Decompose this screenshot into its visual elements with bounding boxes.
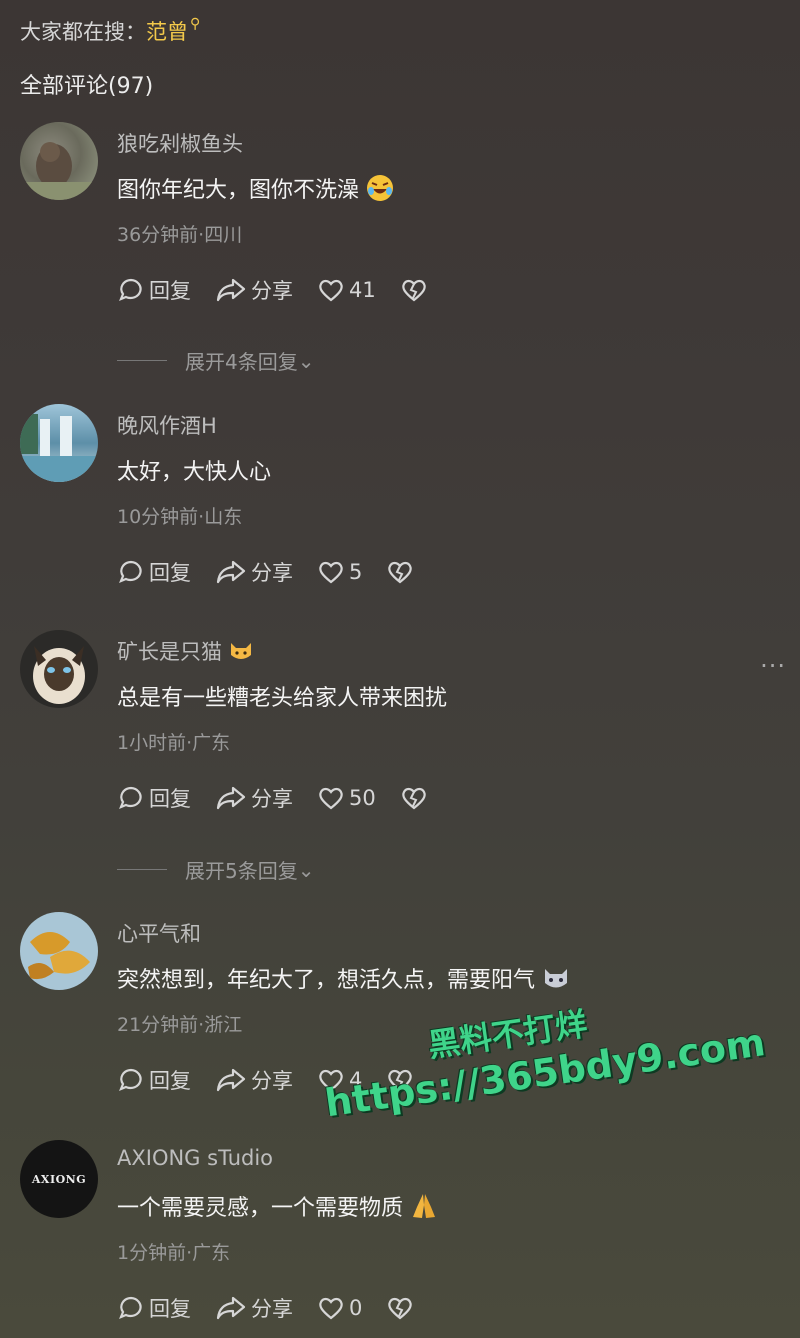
expand-replies[interactable]: 展开5条回复 ⌄ xyxy=(117,855,315,884)
comment-text: 图你年纪大，图你不洗澡 xyxy=(117,172,395,209)
comment-time-location: 36分钟前·四川 xyxy=(117,224,243,246)
comment-actions: 回复 分享 0 xyxy=(117,1290,442,1326)
reply-button[interactable]: 回复 xyxy=(117,1065,191,1095)
like-count: 5 xyxy=(349,560,363,584)
avatar-logo-text: AXIONG xyxy=(31,1172,87,1186)
broken-heart-icon xyxy=(388,561,413,584)
search-suggestion[interactable]: 大家都在搜：范曾 ⚲ xyxy=(20,16,200,46)
comment-text: 总是有一些糟老头给家人带来困扰 xyxy=(117,686,448,711)
comment-text: 一个需要灵感，一个需要物质 xyxy=(117,1190,439,1227)
heart-icon xyxy=(319,279,343,302)
share-icon xyxy=(216,1068,246,1092)
like-button[interactable]: 50 xyxy=(317,784,376,812)
reply-icon xyxy=(119,1068,142,1091)
comment-username[interactable]: AXIONG sTudio xyxy=(117,1146,273,1170)
comment-text: 突然想到，年纪大了，想活久点，需要阳气 xyxy=(117,962,571,999)
expand-replies[interactable]: 展开4条回复 ⌄ xyxy=(117,346,315,375)
share-button[interactable]: 分享 xyxy=(215,557,293,587)
comment-username[interactable]: 晚风作酒H xyxy=(117,410,217,440)
reply-icon xyxy=(119,786,142,809)
reply-button[interactable]: 回复 xyxy=(117,275,191,305)
laughing-emoji-icon xyxy=(365,173,395,209)
avatar[interactable] xyxy=(20,912,98,990)
like-count: 0 xyxy=(349,1296,363,1320)
comment-username[interactable]: 矿长是只猫 xyxy=(117,636,254,668)
comment-actions: 回复 分享 5 xyxy=(117,554,442,590)
reply-icon xyxy=(119,278,142,301)
comment-time-location: 21分钟前·浙江 xyxy=(117,1014,243,1036)
comment-item: 晚风作酒H 太好，大快人心 10分钟前·山东 回复 分享 5 xyxy=(0,404,800,594)
dislike-button[interactable] xyxy=(386,558,418,586)
comment-username[interactable]: 狼吃剁椒鱼头 xyxy=(117,128,243,158)
chevron-down-icon: ⌄ xyxy=(297,348,315,373)
share-icon xyxy=(216,560,246,584)
like-button[interactable]: 41 xyxy=(317,276,376,304)
reply-icon xyxy=(119,560,142,583)
like-button[interactable]: 5 xyxy=(317,558,362,586)
comment-time-location: 1分钟前·广东 xyxy=(117,1242,231,1264)
dislike-button[interactable] xyxy=(400,784,432,812)
comment-item: 矿长是只猫 总是有一些糟老头给家人带来困扰 1小时前·广东 回复 分享 50 xyxy=(0,630,800,820)
heart-icon xyxy=(319,787,343,810)
heart-icon xyxy=(319,561,343,584)
reply-button[interactable]: 回复 xyxy=(117,557,191,587)
comment-username[interactable]: 心平气和 xyxy=(117,918,201,948)
search-suggestion-keyword[interactable]: 范曾 xyxy=(146,20,188,44)
reply-button[interactable]: 回复 xyxy=(117,1293,191,1323)
like-count: 50 xyxy=(349,786,376,810)
search-suggestion-prefix: 大家都在搜： xyxy=(20,20,146,44)
praying-hands-emoji-icon xyxy=(409,1191,439,1227)
share-icon xyxy=(216,1296,246,1320)
dislike-button[interactable] xyxy=(386,1294,418,1322)
broken-heart-icon xyxy=(401,787,426,810)
share-button[interactable]: 分享 xyxy=(215,1065,293,1095)
broken-heart-icon xyxy=(388,1297,413,1320)
cat-emoji-icon xyxy=(228,639,254,668)
reply-icon xyxy=(119,1296,142,1319)
avatar[interactable] xyxy=(20,630,98,708)
avatar[interactable]: AXIONG xyxy=(20,1140,98,1218)
reply-button[interactable]: 回复 xyxy=(117,783,191,813)
comment-time-location: 1小时前·广东 xyxy=(117,732,231,754)
search-icon: ⚲ xyxy=(190,16,201,32)
more-options-icon[interactable]: ··· xyxy=(760,652,786,680)
divider xyxy=(117,869,167,870)
comment-actions: 回复 分享 50 xyxy=(117,780,456,816)
share-icon xyxy=(216,786,246,810)
comment-text: 太好，大快人心 xyxy=(117,460,272,485)
share-button[interactable]: 分享 xyxy=(215,783,293,813)
share-icon xyxy=(216,278,246,302)
comment-item: AXIONG AXIONG sTudio 一个需要灵感，一个需要物质 1分钟前·… xyxy=(0,1140,800,1330)
share-button[interactable]: 分享 xyxy=(215,275,293,305)
avatar[interactable] xyxy=(20,404,98,482)
comment-item: 狼吃剁椒鱼头 图你年纪大，图你不洗澡 36分钟前·四川 回复 分享 41 xyxy=(0,122,800,312)
avatar[interactable] xyxy=(20,122,98,200)
broken-heart-icon xyxy=(401,279,426,302)
like-button[interactable]: 0 xyxy=(317,1294,362,1322)
dislike-button[interactable] xyxy=(400,276,432,304)
chevron-down-icon: ⌄ xyxy=(297,857,315,882)
comment-actions: 回复 分享 41 xyxy=(117,272,456,308)
comments-count: 全部评论(97) xyxy=(20,74,154,99)
share-button[interactable]: 分享 xyxy=(215,1293,293,1323)
heart-icon xyxy=(319,1297,343,1320)
cat-face-emoji-icon xyxy=(541,963,571,999)
divider xyxy=(117,360,167,361)
comment-time-location: 10分钟前·山东 xyxy=(117,506,243,528)
like-count: 41 xyxy=(349,278,376,302)
